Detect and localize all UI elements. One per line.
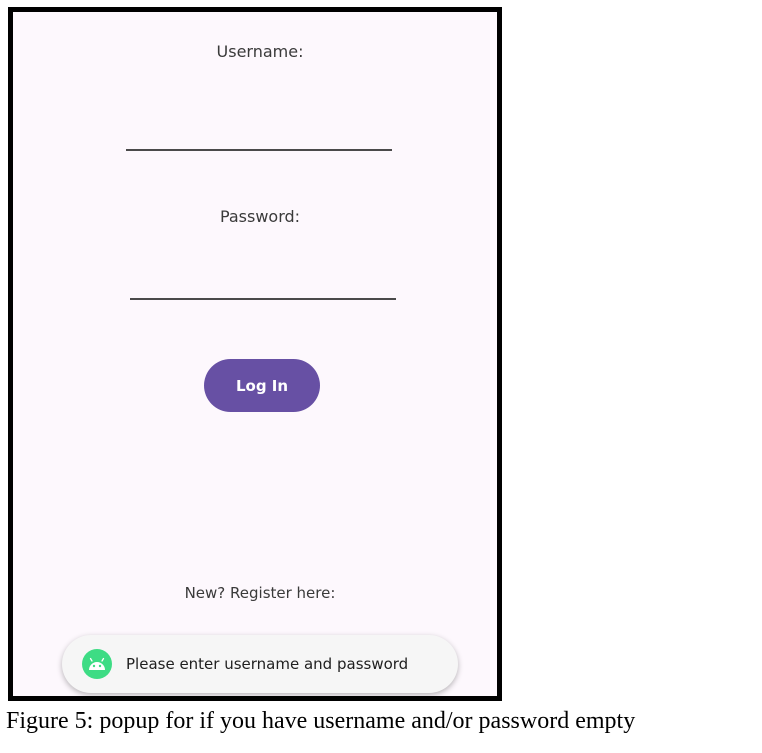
login-button[interactable]: Log In xyxy=(204,359,320,412)
figure-caption: Figure 5: popup for if you have username… xyxy=(6,708,636,734)
password-label: Password: xyxy=(219,207,301,226)
password-field[interactable] xyxy=(130,264,396,300)
app-screen: Username: Password: Log In New? Register… xyxy=(8,7,502,701)
toast-message: Please enter username and password xyxy=(126,655,409,673)
register-link[interactable]: New? Register here: xyxy=(13,584,497,602)
username-field[interactable] xyxy=(126,115,392,151)
username-label: Username: xyxy=(216,42,304,61)
toast-popup: Please enter username and password xyxy=(62,635,458,693)
android-icon xyxy=(82,649,112,679)
